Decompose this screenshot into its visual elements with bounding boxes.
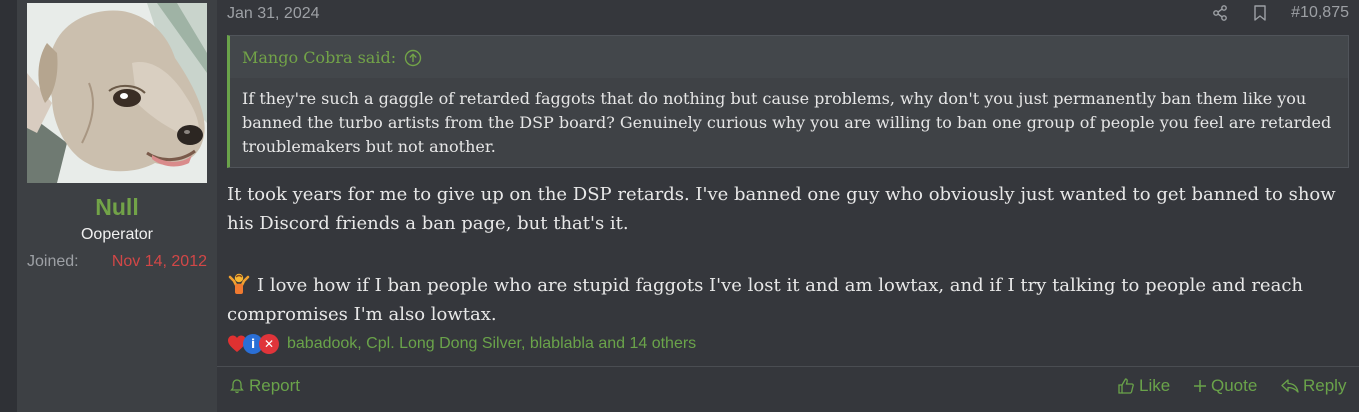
quote-text: If they're such a gaggle of retarded fag… [242, 89, 1332, 156]
forum-post: Null Ooperator Joined: Nov 14, 2012 Jan … [17, 0, 1359, 412]
joined-date: Nov 14, 2012 [111, 253, 207, 270]
x-reaction-icon: ✕ [259, 334, 279, 354]
shrug-emoji-icon [228, 273, 250, 294]
report-button[interactable]: Report [229, 376, 300, 396]
bell-icon [230, 379, 244, 394]
like-button[interactable]: Like [1117, 376, 1170, 396]
post-paragraph: It took years for me to give up on the D… [227, 184, 1336, 234]
arrow-up-circle-icon [404, 49, 422, 66]
joined-label: Joined: [27, 253, 79, 270]
quote-header: Mango Cobra said: [230, 36, 1348, 78]
reply-label: Reply [1303, 376, 1347, 395]
reply-button[interactable]: Reply [1281, 376, 1346, 396]
share-icon[interactable] [1211, 4, 1229, 22]
quote-label: Quote [1211, 376, 1258, 395]
post-footer: Report Like Quote Reply [217, 366, 1359, 412]
user-sidebar: Null Ooperator Joined: Nov 14, 2012 [17, 0, 217, 412]
plus-icon [1194, 380, 1206, 392]
bookmark-icon[interactable] [1251, 4, 1269, 22]
post-main: Jan 31, 2024 #10,875 Mango Cobra said: I… [217, 0, 1359, 412]
quote-button[interactable]: Quote [1193, 376, 1257, 396]
reply-arrow-icon [1281, 379, 1299, 393]
user-title: Ooperator [80, 226, 154, 243]
quote-author: Mango Cobra said: [242, 48, 397, 67]
post-number[interactable]: #10,875 [1291, 4, 1349, 22]
post-paragraph-text: I love how if I ban people who are stupi… [227, 275, 1303, 325]
username[interactable]: Null [17, 194, 217, 221]
post-date[interactable]: Jan 31, 2024 [227, 5, 320, 23]
thumbs-up-icon [1118, 378, 1134, 394]
report-label: Report [249, 376, 301, 395]
avatar[interactable] [27, 3, 207, 183]
quote-block: Mango Cobra said: If they're such a gagg… [227, 35, 1349, 168]
reactions-bar[interactable]: i ✕ babadook, Cpl. Long Dong Silver, bla… [227, 334, 696, 354]
dog-avatar-image [27, 3, 207, 183]
post-header-actions: #10,875 [1211, 4, 1349, 22]
quote-author-link[interactable]: Mango Cobra said: [242, 48, 422, 67]
reactors-list[interactable]: babadook, Cpl. Long Dong Silver, blablab… [287, 335, 696, 353]
post-paragraph-with-emoji: I love how if I ban people who are stupi… [227, 271, 1351, 329]
like-label: Like [1139, 376, 1171, 395]
